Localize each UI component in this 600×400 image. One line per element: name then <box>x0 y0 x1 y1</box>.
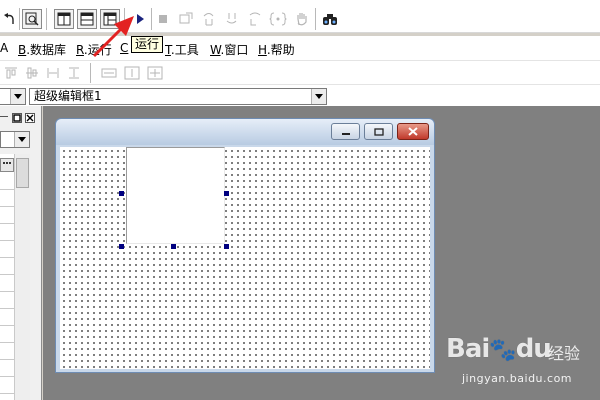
step-into-icon[interactable] <box>176 9 196 29</box>
resize-handle-left[interactable] <box>119 191 124 196</box>
property-panel-titlebar <box>0 110 42 126</box>
property-panel <box>0 106 42 400</box>
toolbar-separator <box>19 8 20 30</box>
panel-restore-icon[interactable] <box>12 113 22 123</box>
property-row[interactable] <box>0 293 14 309</box>
form-titlebar[interactable] <box>56 119 434 145</box>
align-middle-icon[interactable] <box>24 65 40 81</box>
close-icon[interactable] <box>397 123 429 140</box>
property-grid <box>0 154 30 400</box>
menu-item-database-label: .数据库 <box>26 43 67 57</box>
property-row[interactable] <box>0 191 14 207</box>
ellipsis-button[interactable] <box>0 158 14 172</box>
object-selector-combo[interactable]: 超级编辑框1 <box>29 88 327 105</box>
form-canvas-grid[interactable] <box>60 147 430 369</box>
resize-handle-bottom-right[interactable] <box>224 244 229 249</box>
property-row[interactable] <box>0 225 14 241</box>
property-row[interactable] <box>0 361 14 377</box>
watermark-url: jingyan.baidu.com <box>462 372 573 385</box>
resize-handle-right[interactable] <box>224 191 229 196</box>
menu-item-tools[interactable]: T.工具 <box>165 41 199 58</box>
property-row[interactable] <box>0 310 14 326</box>
step-over-icon[interactable] <box>199 9 219 29</box>
property-row[interactable] <box>0 174 14 190</box>
run-to-cursor-icon[interactable] <box>245 9 265 29</box>
chevron-down-icon[interactable] <box>311 89 326 104</box>
menu-item-help-key: H <box>258 43 267 57</box>
resize-handle-bottom[interactable] <box>171 244 176 249</box>
property-scrollbar[interactable] <box>14 154 30 400</box>
super-edit-box[interactable] <box>126 147 225 244</box>
property-row[interactable] <box>0 208 14 224</box>
align-toolbar <box>0 60 600 84</box>
menu-item-window-key: W <box>210 43 221 57</box>
binoculars-icon[interactable] <box>320 9 340 29</box>
property-row[interactable] <box>0 327 14 343</box>
watermark-jingyan: 经验 <box>548 344 581 363</box>
space-horizontal-icon[interactable] <box>45 65 61 81</box>
property-row[interactable] <box>0 259 14 275</box>
same-size-icon[interactable] <box>147 65 163 81</box>
panel-close-icon[interactable] <box>25 113 35 123</box>
menu-item-tools-label: .工具 <box>170 43 199 57</box>
space-vertical-icon[interactable] <box>66 65 82 81</box>
property-row[interactable] <box>0 378 14 394</box>
layout-1-icon[interactable] <box>54 9 74 29</box>
property-object-combo[interactable] <box>0 131 30 148</box>
toolbar-separator <box>46 8 47 30</box>
align-top-icon[interactable] <box>3 65 19 81</box>
property-row[interactable] <box>0 276 14 292</box>
braces-icon[interactable] <box>268 9 288 29</box>
undo-icon[interactable] <box>0 9 20 29</box>
property-row[interactable] <box>0 242 14 258</box>
component-type-combo[interactable] <box>0 88 26 105</box>
menu-item-database-key: B <box>18 43 27 57</box>
chevron-down-icon[interactable] <box>14 132 29 147</box>
menu-item-help[interactable]: H.帮助 <box>258 41 295 58</box>
chevron-down-icon[interactable] <box>10 89 25 104</box>
object-selector-value: 超级编辑框1 <box>34 89 102 103</box>
same-height-icon[interactable] <box>124 65 140 81</box>
baidu-jingyan-watermark: Bai🐾du 经验 jingyan.baidu.com <box>446 334 596 396</box>
panel-minimize-icon[interactable] <box>0 116 8 117</box>
menu-item-window[interactable]: W.窗口 <box>210 41 248 58</box>
menu-item-help-label: .帮助 <box>266 43 295 57</box>
watermark-logo: Bai🐾du <box>446 334 552 364</box>
resize-handle-bottom-left[interactable] <box>119 244 124 249</box>
object-selector-row: 超级编辑框1 <box>0 84 600 106</box>
same-width-icon[interactable] <box>101 65 117 81</box>
annotation-arrow-icon <box>92 16 134 58</box>
stop-icon[interactable] <box>153 9 173 29</box>
scrollbar-thumb[interactable] <box>16 158 29 188</box>
toolbar-separator <box>151 8 152 30</box>
form-design-window[interactable] <box>55 118 435 373</box>
toolbar-separator <box>90 63 91 83</box>
menu-item-database[interactable]: B.数据库 <box>18 41 66 58</box>
maximize-icon[interactable] <box>364 123 393 140</box>
property-row[interactable] <box>0 344 14 360</box>
step-out-icon[interactable] <box>222 9 242 29</box>
menu-item-a[interactable]: A <box>0 41 8 55</box>
menu-item-a-label: A <box>0 41 9 55</box>
menu-item-window-label: .窗口 <box>220 43 249 57</box>
find-window-icon[interactable] <box>22 9 42 29</box>
hand-icon[interactable] <box>292 9 312 29</box>
menu-item-run-key: R <box>76 43 84 57</box>
toolbar-separator <box>315 8 316 30</box>
minimize-icon[interactable] <box>331 123 360 140</box>
